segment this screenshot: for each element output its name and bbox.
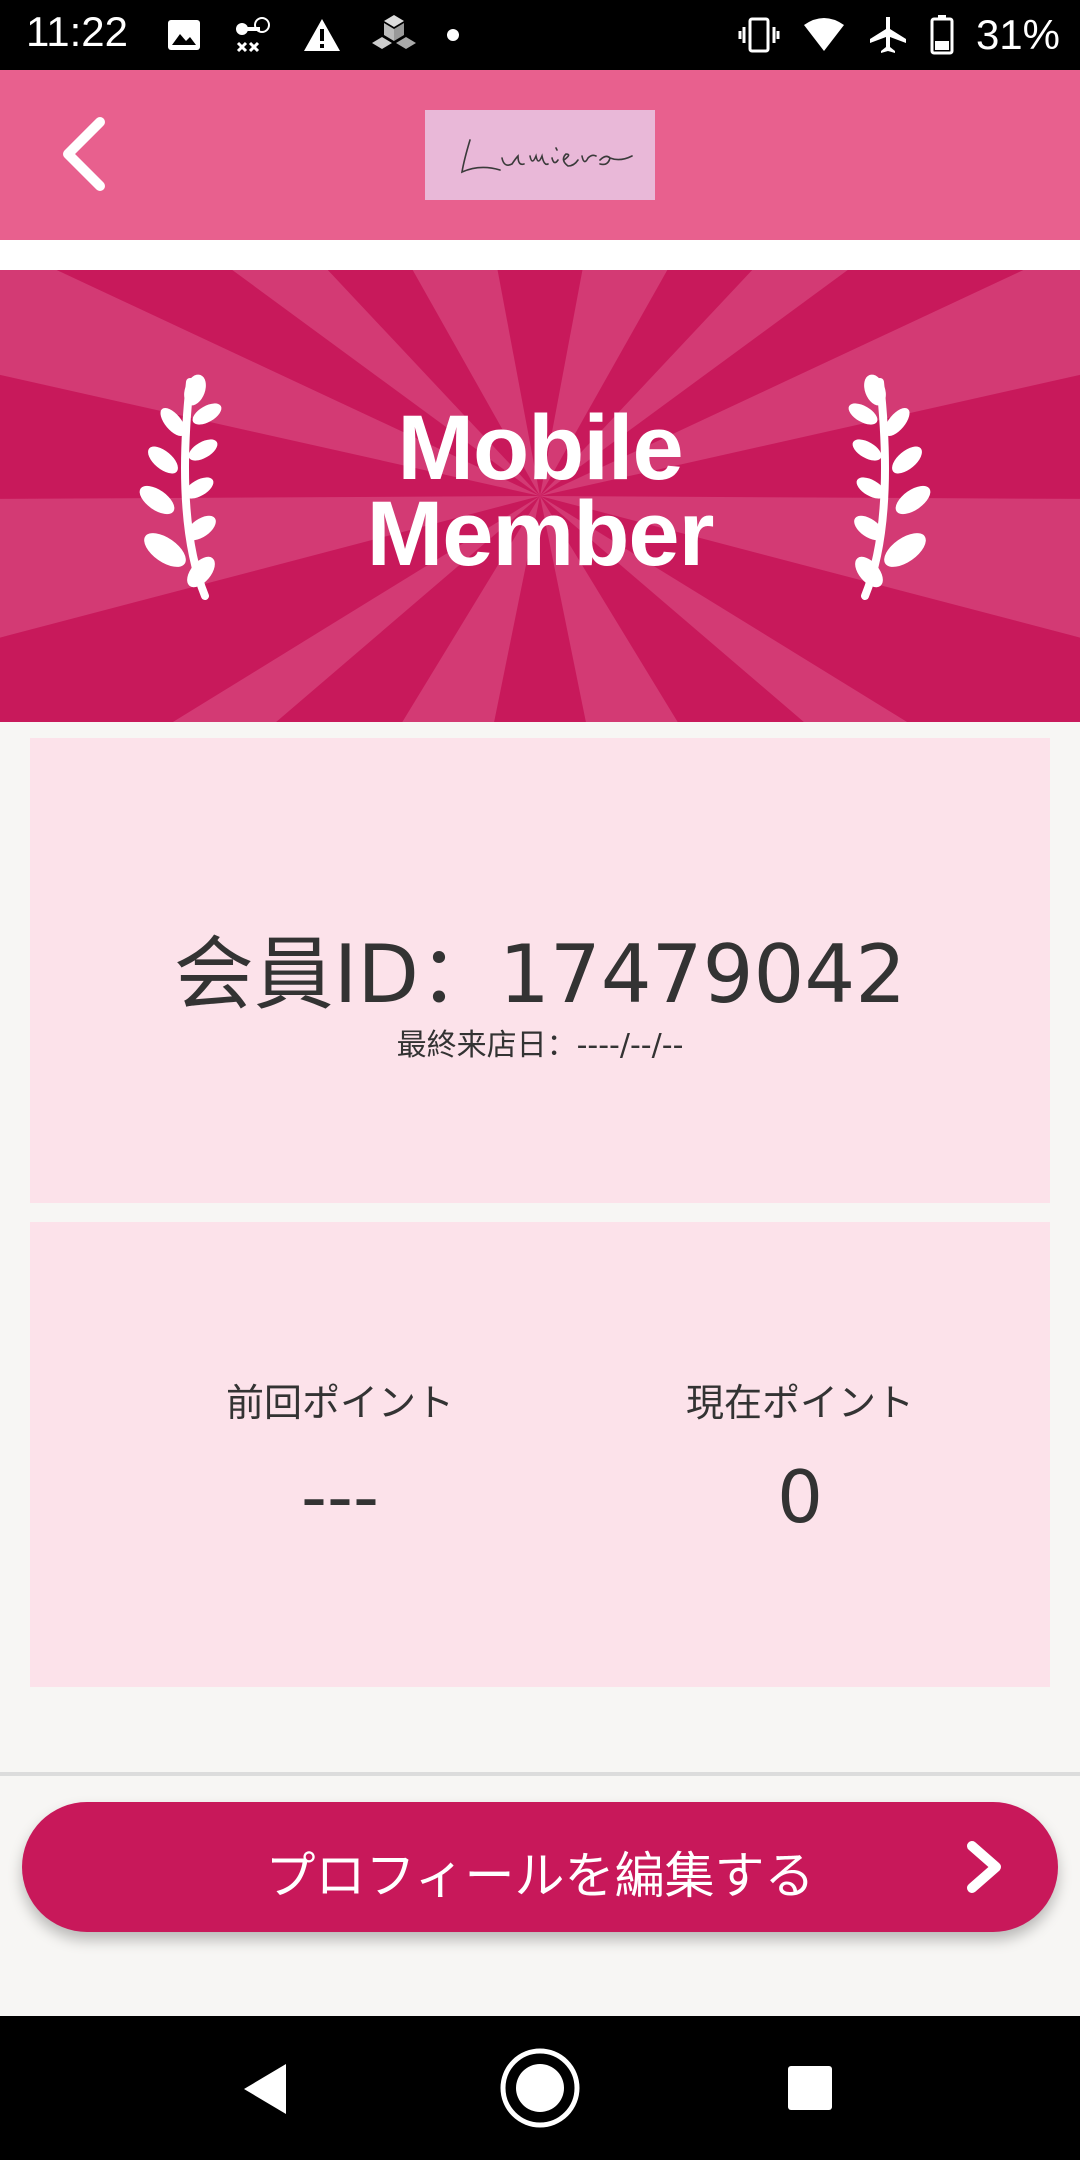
points-card: 前回ポイント --- 現在ポイント 0 <box>30 1222 1050 1687</box>
chevron-left-icon <box>63 117 105 191</box>
previous-points-label: 前回ポイント <box>225 1381 454 1425</box>
status-notification-icons <box>166 13 460 57</box>
current-points: 現在ポイント 0 <box>600 1372 1000 1539</box>
banner-title-line2: Member <box>366 483 715 585</box>
edit-profile-label: プロフィールを編集する <box>265 1847 815 1905</box>
logo-script-icon <box>460 139 633 174</box>
dot-icon <box>447 29 459 41</box>
previous-points: 前回ポイント --- <box>140 1372 540 1539</box>
status-system-icons: 31% <box>738 8 1060 62</box>
image-icon <box>168 20 200 50</box>
vibrate-icon <box>738 17 780 53</box>
banner-title-line1: Mobile <box>397 397 683 499</box>
battery-icon <box>930 15 954 55</box>
bottom-divider <box>0 1772 1080 1776</box>
current-points-value: 0 <box>777 1455 823 1539</box>
edit-profile-button[interactable]: プロフィールを編集する <box>22 1802 1058 1932</box>
home-circle-icon[interactable] <box>498 2046 582 2130</box>
system-nav-bar <box>0 2016 1080 2160</box>
wifi-icon <box>803 18 844 51</box>
brand-logo <box>425 110 655 200</box>
previous-points-value: --- <box>301 1455 379 1539</box>
status-time: 11:22 <box>26 8 128 55</box>
member-id: 会員ID：17479042 <box>173 928 907 1021</box>
header-divider <box>0 240 1080 270</box>
member-info-card: 会員ID：17479042 最終来店日：----/--/-- <box>30 738 1050 1203</box>
chevron-right-icon <box>967 1841 1001 1893</box>
airplane-icon <box>869 17 906 53</box>
app-header <box>0 70 1080 240</box>
battery-percent: 31% <box>975 11 1060 58</box>
current-points-label: 現在ポイント <box>685 1381 914 1425</box>
recents-square-icon[interactable] <box>786 2064 834 2112</box>
warning-icon <box>304 19 340 51</box>
cube-icon <box>372 15 416 49</box>
back-button[interactable] <box>50 114 130 194</box>
last-visit-date: 最終来店日：----/--/-- <box>396 1028 684 1063</box>
status-bar: 11:22 31% <box>0 0 1080 70</box>
banner-title: Mobile Member <box>0 397 1080 585</box>
back-triangle-icon[interactable] <box>240 2062 294 2116</box>
key-dollar-icon <box>236 17 270 53</box>
member-banner: Mobile Member <box>0 270 1080 722</box>
